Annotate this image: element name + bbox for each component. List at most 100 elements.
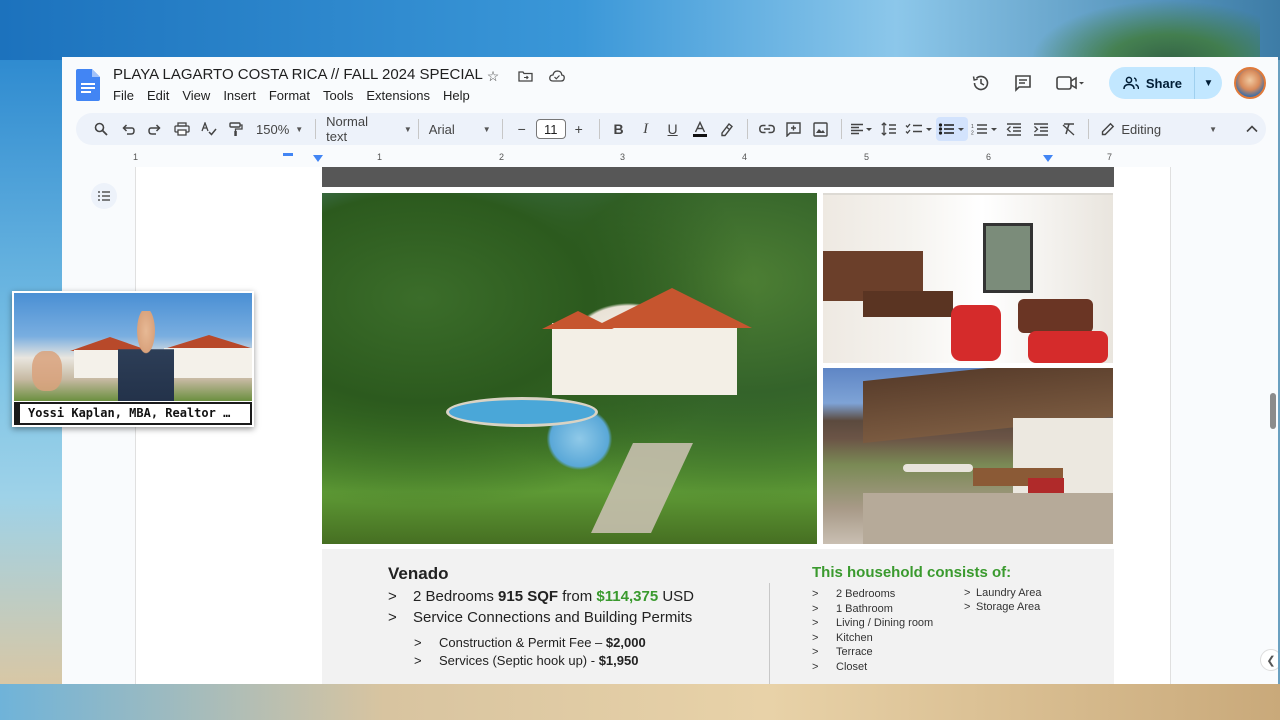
highlight-color-icon[interactable] xyxy=(714,117,740,141)
paint-format-icon[interactable] xyxy=(223,117,249,141)
cloud-status-icon[interactable] xyxy=(546,66,568,86)
share-dropdown-button[interactable]: ▼ xyxy=(1194,67,1222,99)
bullet-marker: > xyxy=(812,617,819,629)
left-indent-marker[interactable] xyxy=(313,155,323,162)
chevron-down-icon: ▼ xyxy=(482,124,491,134)
from-text: from xyxy=(562,588,593,605)
household-item: > Storage Area xyxy=(964,601,1040,613)
numbered-list-icon[interactable]: 12 xyxy=(969,117,1001,141)
menu-insert[interactable]: Insert xyxy=(223,88,262,103)
palm-tree-decoration xyxy=(1030,0,1260,60)
webcam-video-feed xyxy=(14,293,252,401)
construction-fee-price: $2,000 xyxy=(605,635,646,650)
editing-mode-select[interactable]: Editing ▼ xyxy=(1101,122,1217,137)
insert-image-icon[interactable] xyxy=(808,117,834,141)
webcam-overlay: Yossi Kaplan, MBA, Realtor … xyxy=(12,291,254,427)
red-armchair-shape xyxy=(951,305,1001,361)
version-history-icon[interactable] xyxy=(963,65,999,101)
panel-divider xyxy=(769,583,770,684)
font-size-input[interactable]: 11 xyxy=(535,119,566,139)
decrease-font-size-icon[interactable]: − xyxy=(509,117,535,141)
print-icon[interactable] xyxy=(169,117,195,141)
document-title[interactable]: PLAYA LAGARTO COSTA RICA // FALL 2024 SP… xyxy=(113,66,483,83)
title-icons: ☆ xyxy=(482,66,568,86)
collapse-menus-icon[interactable] xyxy=(1239,117,1265,141)
household-item: >2 Bedrooms xyxy=(812,588,895,600)
editing-mode-value: Editing xyxy=(1121,121,1162,137)
menu-format[interactable]: Format xyxy=(269,88,316,103)
bulleted-list-icon[interactable] xyxy=(936,117,968,141)
move-folder-icon[interactable] xyxy=(514,66,536,86)
zoom-select[interactable]: 150% ▼ xyxy=(256,122,303,137)
increase-indent-icon[interactable] xyxy=(1028,117,1054,141)
right-indent-marker[interactable] xyxy=(1043,155,1053,162)
household-item-text: 1 Bathroom xyxy=(836,603,893,615)
menu-help[interactable]: Help xyxy=(443,88,476,103)
desktop-wallpaper xyxy=(0,0,1280,60)
spellcheck-icon[interactable] xyxy=(196,117,222,141)
menu-extensions[interactable]: Extensions xyxy=(366,88,436,103)
service-connections-line: > Service Connections and Building Permit… xyxy=(388,609,692,626)
text-color-icon[interactable] xyxy=(687,117,713,141)
document-outline-icon[interactable] xyxy=(91,183,117,209)
sofa-shape xyxy=(1018,299,1093,333)
align-left-icon[interactable] xyxy=(847,117,875,141)
ruler-number: 1 xyxy=(133,152,139,162)
search-menus-icon[interactable] xyxy=(88,117,114,141)
toolbar-divider xyxy=(598,119,600,139)
menu-edit[interactable]: Edit xyxy=(147,88,175,103)
menu-file[interactable]: File xyxy=(113,88,140,103)
chevron-down-icon: ▼ xyxy=(1203,77,1214,89)
bullet-marker: > xyxy=(388,588,397,605)
horizontal-ruler[interactable]: 1 1 2 3 4 5 6 7 xyxy=(76,151,1266,167)
svg-text:1: 1 xyxy=(971,124,974,130)
increase-font-size-icon[interactable]: + xyxy=(566,117,592,141)
insert-comment-icon[interactable] xyxy=(781,117,807,141)
paragraph-style-select[interactable]: Normal text ▼ xyxy=(322,114,412,144)
undo-icon[interactable] xyxy=(115,117,141,141)
font-family-select[interactable]: Arial ▼ xyxy=(425,122,496,137)
account-avatar[interactable] xyxy=(1234,67,1266,99)
checklist-icon[interactable] xyxy=(903,117,935,141)
first-line-indent-marker[interactable] xyxy=(283,153,293,156)
ruler-number: 4 xyxy=(742,152,748,162)
household-item-text: Closet xyxy=(836,661,868,673)
toolbar-divider xyxy=(746,119,748,139)
bold-icon[interactable]: B xyxy=(606,117,632,141)
household-title: This household consists of: xyxy=(812,564,1012,581)
pencil-icon xyxy=(1102,122,1115,136)
garden-path-shape xyxy=(591,443,693,533)
line-spacing-icon[interactable] xyxy=(876,117,902,141)
price-value: $114,375 xyxy=(596,588,659,605)
bedrooms-text: 2 Bedrooms xyxy=(413,588,494,605)
redo-icon[interactable] xyxy=(142,117,168,141)
clear-formatting-icon[interactable] xyxy=(1055,117,1081,141)
insert-link-icon[interactable] xyxy=(754,117,780,141)
menu-view[interactable]: View xyxy=(182,88,216,103)
document-page[interactable]: Venado >2 Bedrooms 915 SQF from $114,375… xyxy=(135,167,1171,684)
meet-video-icon[interactable] xyxy=(1047,65,1093,101)
ceiling-line xyxy=(823,193,1113,195)
vertical-scrollbar[interactable] xyxy=(1266,221,1278,684)
household-item-text: Storage Area xyxy=(976,601,1041,613)
model-title: Venado xyxy=(388,564,449,583)
chevron-down-icon: ▼ xyxy=(295,124,304,134)
household-item-text: Terrace xyxy=(836,646,873,658)
underline-icon[interactable]: U xyxy=(660,117,686,141)
hammock-shape xyxy=(903,464,973,472)
scrollbar-thumb[interactable] xyxy=(1270,393,1276,429)
font-family-value: Arial xyxy=(428,121,455,137)
docs-logo-icon[interactable] xyxy=(76,69,100,101)
toolbar-divider xyxy=(840,119,842,139)
share-button[interactable]: Share xyxy=(1108,67,1194,99)
italic-icon[interactable]: I xyxy=(633,117,659,141)
bullet-marker: > xyxy=(964,601,971,613)
decrease-indent-icon[interactable] xyxy=(1001,117,1027,141)
comments-icon[interactable] xyxy=(1005,65,1041,101)
background-house-roof xyxy=(164,335,252,349)
household-item: > Kitchen xyxy=(812,632,873,644)
side-panel-toggle-icon[interactable]: ❮ xyxy=(1260,649,1278,671)
bullet-marker: > xyxy=(414,635,422,650)
star-icon[interactable]: ☆ xyxy=(482,66,504,86)
menu-tools[interactable]: Tools xyxy=(323,88,359,103)
